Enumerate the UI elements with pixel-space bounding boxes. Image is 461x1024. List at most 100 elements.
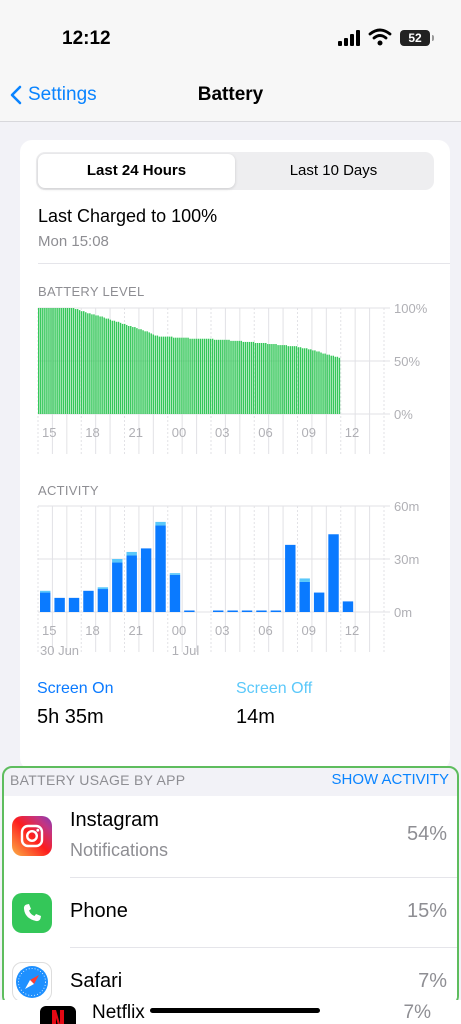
battery-level-bar bbox=[72, 308, 75, 414]
battery-level-bar bbox=[101, 316, 103, 414]
battery-level-bar bbox=[128, 326, 130, 414]
battery-level-bar bbox=[136, 328, 138, 414]
battery-level-bar bbox=[332, 355, 335, 414]
battery-level-bar bbox=[46, 308, 48, 414]
battery-level-bar bbox=[44, 308, 46, 414]
screen-on-bar bbox=[97, 589, 109, 612]
screen-off-label: Screen Off bbox=[236, 680, 313, 697]
battery-level-bar bbox=[107, 318, 109, 414]
battery-level-bar bbox=[324, 353, 326, 414]
phone-icon bbox=[12, 893, 52, 933]
show-activity-button[interactable]: SHOW ACTIVITY bbox=[331, 771, 449, 788]
battery-level-bar bbox=[179, 337, 181, 414]
date-label: 30 Jun bbox=[40, 643, 79, 658]
battery-level-bar bbox=[99, 316, 101, 414]
battery-level-bar bbox=[76, 309, 79, 414]
battery-level-bar bbox=[132, 327, 134, 414]
battery-level-bar bbox=[277, 345, 279, 414]
battery-level-bar bbox=[197, 338, 200, 414]
app-row-instagram[interactable]: Instagram Notifications 54% bbox=[4, 796, 457, 878]
battery-level-bar bbox=[203, 338, 206, 414]
y-tick-label: 60m bbox=[394, 499, 419, 514]
battery-level-bar bbox=[267, 344, 269, 414]
x-tick-label: 21 bbox=[129, 623, 143, 638]
battery-level-bar bbox=[62, 308, 64, 414]
last-charged-title: Last Charged to 100% bbox=[38, 206, 218, 226]
segment-last-10-days[interactable]: Last 10 Days bbox=[235, 154, 432, 188]
screen-off-bar bbox=[299, 578, 310, 582]
battery-level-bar bbox=[164, 336, 167, 414]
battery-level-bar bbox=[224, 339, 226, 414]
battery-level-bar bbox=[254, 342, 257, 414]
battery-level-bar bbox=[283, 345, 285, 414]
battery-level-bar bbox=[140, 329, 142, 414]
screen-on-bar bbox=[328, 534, 339, 612]
x-tick-label: 00 bbox=[172, 623, 186, 638]
time-range-segmented-control: Last 24 Hours Last 10 Days bbox=[36, 152, 434, 190]
battery-level-bar bbox=[258, 342, 261, 414]
battery-level-bar bbox=[109, 319, 112, 414]
wifi-icon bbox=[368, 28, 392, 46]
battery-level-bar bbox=[89, 313, 91, 414]
battery-level-bar bbox=[248, 341, 251, 414]
battery-level-bar bbox=[158, 336, 161, 414]
screen-on-value: 5h 35m bbox=[37, 706, 104, 728]
battery-level-bar bbox=[205, 338, 208, 414]
battery-level-bar bbox=[209, 338, 212, 414]
battery-level-bar bbox=[115, 321, 118, 414]
screen-on-bar bbox=[299, 581, 310, 612]
battery-level-bar bbox=[74, 309, 77, 414]
battery-level-bar bbox=[119, 322, 122, 414]
battery-icon: 52 bbox=[400, 30, 434, 46]
screen-on-bar bbox=[213, 610, 224, 612]
screen-on-bar bbox=[241, 610, 253, 612]
app-percent: 7% bbox=[418, 970, 447, 992]
battery-level-bar bbox=[195, 338, 197, 414]
battery-level-chart: 100% 50% 0% 15 18 21 00 03 06 09 12 bbox=[37, 301, 428, 454]
battery-level-bar bbox=[293, 346, 296, 414]
screen-on-bar bbox=[227, 610, 238, 612]
screen-off-bar bbox=[126, 551, 137, 556]
battery-level-bar bbox=[52, 308, 54, 414]
battery-level-bar bbox=[199, 338, 202, 414]
activity-label: ACTIVITY bbox=[38, 483, 99, 498]
battery-level-bar bbox=[215, 339, 218, 414]
battery-level-bar bbox=[201, 338, 204, 414]
battery-level-bar bbox=[222, 339, 224, 414]
app-percent: 54% bbox=[406, 823, 447, 845]
battery-level-bar bbox=[154, 335, 157, 414]
segment-last-24-hours[interactable]: Last 24 Hours bbox=[38, 154, 235, 188]
battery-level-bar bbox=[232, 340, 234, 414]
battery-level-bar bbox=[95, 315, 97, 414]
battery-level-bar bbox=[121, 323, 124, 414]
battery-level-label: BATTERY LEVEL bbox=[38, 284, 145, 299]
battery-level-bar bbox=[148, 332, 150, 414]
battery-level-bar bbox=[130, 326, 132, 414]
battery-level-bar bbox=[295, 346, 298, 414]
battery-level-bar bbox=[56, 308, 58, 414]
screen-on-bar bbox=[342, 601, 354, 612]
screen-on-bar bbox=[270, 610, 282, 612]
screen-on-bar bbox=[112, 562, 123, 612]
app-row-phone[interactable]: Phone 15% bbox=[4, 878, 457, 948]
battery-level-bar bbox=[230, 340, 232, 414]
y-tick-label: 50% bbox=[394, 354, 420, 369]
app-row-safari[interactable]: Safari 7% bbox=[4, 948, 457, 1004]
battery-level-bar bbox=[103, 317, 105, 414]
y-tick-label: 100% bbox=[394, 301, 428, 316]
x-tick-label: 18 bbox=[85, 425, 99, 440]
x-tick-label: 21 bbox=[129, 425, 143, 440]
battery-level-bar bbox=[111, 320, 114, 414]
battery-level-bar bbox=[93, 314, 95, 414]
battery-level-bar bbox=[97, 315, 99, 414]
screen-on-bar bbox=[285, 544, 296, 612]
battery-level-bar bbox=[250, 341, 253, 414]
battery-level-bar bbox=[187, 337, 189, 414]
battery-level-bar bbox=[279, 345, 281, 414]
battery-level-bar bbox=[60, 308, 62, 414]
x-tick-label: 09 bbox=[302, 623, 316, 638]
battery-level-bar bbox=[68, 308, 71, 414]
battery-level-bar bbox=[156, 335, 159, 414]
status-time: 12:12 bbox=[62, 28, 111, 49]
battery-level-bar bbox=[310, 349, 312, 414]
